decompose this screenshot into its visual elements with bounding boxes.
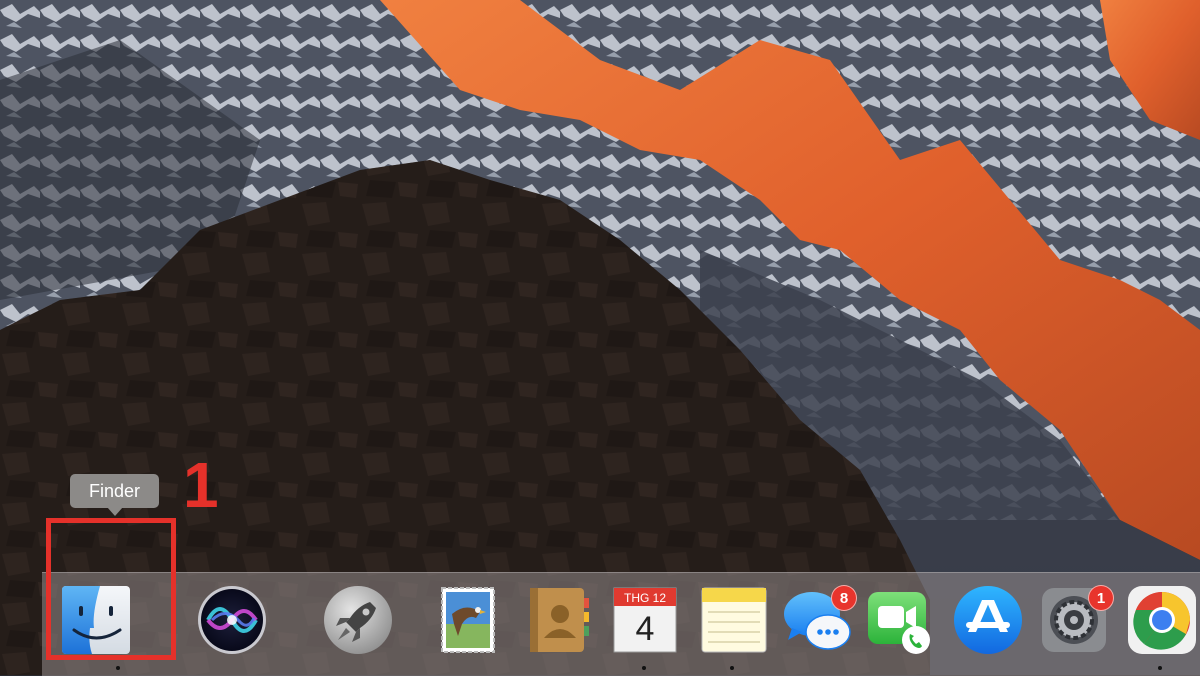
running-indicator-finder [116,666,120,670]
chrome-icon[interactable] [1126,584,1198,656]
app-store-icon[interactable] [952,584,1024,656]
calendar-day-label: 4 [636,610,655,648]
running-indicator-calendar [642,666,646,670]
calendar-icon[interactable]: THG 12 4 [608,584,680,656]
siri-icon[interactable] [196,584,268,656]
launchpad-rocket-icon[interactable] [322,584,394,656]
finder-highlight-box [46,518,176,660]
calendar-month-label: THG 12 [624,591,666,605]
step-number-label: 1 [183,449,219,521]
finder-tooltip: Finder [70,474,159,508]
tooltip-arrow [107,507,123,516]
running-indicator-notes [730,666,734,670]
system-preferences-badge: 1 [1088,585,1114,611]
running-indicator-chrome [1158,666,1162,670]
notes-icon[interactable] [698,584,770,656]
facetime-icon[interactable] [864,584,936,656]
messages-badge: 8 [831,585,857,611]
contacts-book-icon[interactable] [522,584,594,656]
mail-stamp-icon[interactable] [432,584,504,656]
